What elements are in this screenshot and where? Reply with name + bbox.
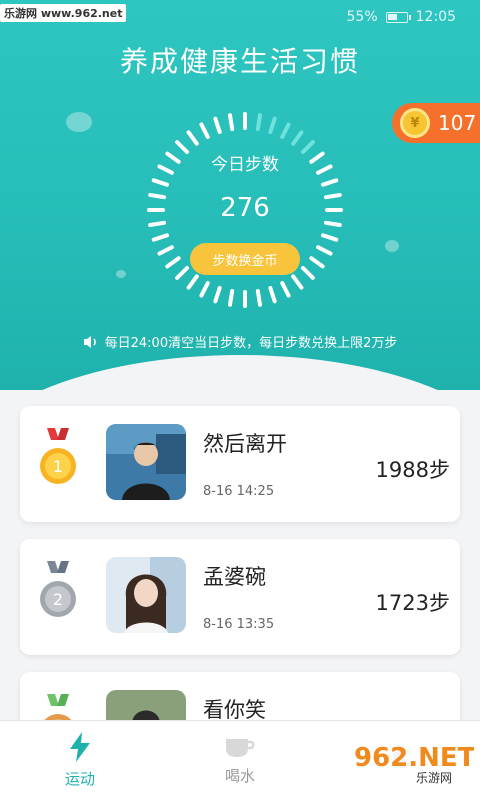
user-name: 孟婆碗 <box>203 565 266 589</box>
status-bar: 乐游网 www.962.net 55% 12:05 <box>0 0 480 34</box>
dial-tick <box>291 274 304 290</box>
silver-medal-icon: 2 <box>40 561 76 617</box>
rank-number: 1 <box>53 457 63 476</box>
decor-bubble <box>66 112 92 132</box>
step-total: 1988步 <box>375 458 450 482</box>
dial-tick <box>316 245 333 256</box>
dial-tick <box>309 256 325 269</box>
dial-tick <box>227 288 235 307</box>
rank-number: 2 <box>53 590 63 609</box>
speaker-icon <box>83 335 96 348</box>
battery-icon <box>385 11 411 23</box>
decor-bubble <box>385 240 399 252</box>
notice: 每日24:00清空当日步数，每日步数兑换上限2万步 <box>0 332 480 351</box>
tab-label: 喝水 <box>224 767 255 785</box>
list-item[interactable]: 1 然后离开 8-16 14:25 1988步 <box>20 406 460 522</box>
avatar[interactable] <box>106 424 186 500</box>
dial-tick <box>186 130 199 146</box>
coin-balance[interactable]: ¥ 107 <box>392 103 480 143</box>
page-title: 养成健康生活习惯 <box>119 45 360 78</box>
dial-tick <box>255 113 263 132</box>
coin-amount: 107 <box>438 111 477 135</box>
step-count: 276 <box>220 193 270 223</box>
user-name: 然后离开 <box>203 432 287 456</box>
dial-tick <box>320 178 339 187</box>
tab-label: 运动 <box>64 770 95 788</box>
gold-medal-icon: 1 <box>40 428 76 484</box>
dial-tick <box>280 281 291 298</box>
dial-tick <box>199 281 210 298</box>
watermark: 乐游网 www.962.net <box>0 4 127 22</box>
decor-bubble <box>116 270 126 278</box>
dial-tick <box>199 122 210 139</box>
dial-tick <box>186 274 199 290</box>
yen-coin-icon: ¥ <box>400 108 430 138</box>
clock: 12:05 <box>415 9 456 25</box>
dial-tick <box>175 265 190 280</box>
battery-percent: 55% <box>346 9 378 25</box>
record-time: 8-16 14:25 <box>203 484 275 499</box>
avatar[interactable] <box>106 557 186 633</box>
dial-tick <box>165 256 181 269</box>
exchange-coins-button[interactable]: 步数换金币 <box>190 243 300 275</box>
tab-exercise[interactable]: 运动 <box>0 721 160 800</box>
dial-tick <box>320 233 339 242</box>
header-hero: 乐游网 www.962.net 55% 12:05 养成健康生活习惯 今日步数 … <box>0 0 480 390</box>
dial-tick <box>268 116 277 135</box>
lightning-icon <box>70 732 90 762</box>
dial-tick <box>148 220 167 228</box>
logo-subtext: 乐游网 <box>416 771 452 785</box>
dial-label: 今日步数 <box>211 155 279 175</box>
dial-tick <box>213 285 222 304</box>
list-item[interactable]: 2 孟婆碗 8-16 13:35 1723步 <box>20 539 460 655</box>
cup-icon <box>226 739 255 757</box>
dial-tick <box>157 245 174 256</box>
dial-tick <box>291 130 304 146</box>
notice-text: 每日24:00清空当日步数，每日步数兑换上限2万步 <box>104 336 398 351</box>
dial-tick <box>323 220 342 228</box>
watermark-logo: 962.NET 乐游网 <box>348 734 474 785</box>
step-total: 1723步 <box>375 591 450 615</box>
dial-tick <box>255 288 263 307</box>
dial-tick <box>300 265 315 280</box>
dial-tick <box>268 285 277 304</box>
logo-text: 962.NET <box>354 743 474 773</box>
dial-tick <box>213 116 222 135</box>
dial-tick <box>227 113 235 132</box>
record-time: 8-16 13:35 <box>203 617 275 632</box>
tab-drink-water[interactable]: 喝水 <box>160 721 320 800</box>
dial-tick <box>151 178 170 187</box>
dial-tick <box>280 122 291 139</box>
dial-tick <box>151 233 170 242</box>
